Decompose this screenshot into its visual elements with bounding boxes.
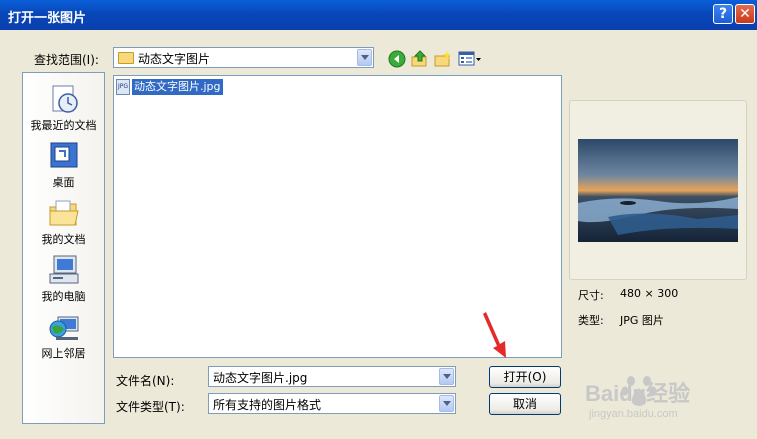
type-label: 类型: xyxy=(578,314,604,327)
desktop-icon xyxy=(50,142,77,168)
watermark-url: jingyan.baidu.com xyxy=(589,408,678,420)
size-label: 尺寸: xyxy=(578,289,604,302)
title-bar[interactable]: 打开一张图片 ? ✕ xyxy=(0,0,757,30)
filetype-dropdown[interactable]: 所有支持的图片格式 xyxy=(208,393,456,414)
place-my-computer[interactable]: 我的电脑 xyxy=(23,254,104,304)
baidu-watermark: Baidu经验 jingyan.baidu.com xyxy=(585,368,755,438)
recent-documents-icon xyxy=(52,85,78,113)
size-value: 480 × 300 xyxy=(620,287,679,300)
place-label: 我的电脑 xyxy=(41,290,86,303)
filename-label: 文件名(N): xyxy=(116,374,175,388)
dialog-title: 打开一张图片 xyxy=(8,11,87,26)
filetype-value: 所有支持的图片格式 xyxy=(213,398,322,412)
network-places-icon xyxy=(49,316,78,340)
preview-pane xyxy=(569,100,747,280)
filename-field[interactable]: 动态文字图片.jpg xyxy=(208,366,456,387)
places-bar: 我最近的文档 桌面 我的文档 我的电脑 网上邻居 xyxy=(22,72,105,424)
my-documents-icon xyxy=(49,200,79,226)
view-menu-icon[interactable] xyxy=(458,50,482,68)
file-name: 动态文字图片.jpg xyxy=(132,79,223,95)
close-button[interactable]: ✕ xyxy=(735,4,755,24)
chevron-down-icon[interactable] xyxy=(439,395,454,412)
new-folder-icon[interactable] xyxy=(434,50,452,68)
place-label: 我的文档 xyxy=(41,233,86,246)
jpg-file-icon: JPG xyxy=(116,79,130,95)
type-value: JPG 图片 xyxy=(620,314,664,327)
place-desktop[interactable]: 桌面 xyxy=(23,140,104,190)
filename-value: 动态文字图片.jpg xyxy=(213,371,308,385)
folder-icon xyxy=(118,52,134,64)
back-arrow-icon[interactable] xyxy=(388,50,406,68)
place-label: 我最近的文档 xyxy=(30,119,97,132)
my-computer-icon xyxy=(49,255,78,284)
up-folder-icon[interactable] xyxy=(411,50,429,68)
lookin-value: 动态文字图片 xyxy=(138,52,211,66)
place-my-documents[interactable]: 我的文档 xyxy=(23,197,104,247)
open-button[interactable]: 打开(O) xyxy=(489,366,561,388)
lookin-dropdown[interactable]: 动态文字图片 xyxy=(113,47,374,68)
place-label: 网上邻居 xyxy=(41,347,86,360)
red-arrow-annotation xyxy=(483,312,506,358)
place-recent-documents[interactable]: 我最近的文档 xyxy=(23,83,104,133)
help-button[interactable]: ? xyxy=(713,4,733,24)
lookin-label: 查找范围(I): xyxy=(34,53,99,67)
preview-image xyxy=(578,139,738,242)
place-network[interactable]: 网上邻居 xyxy=(23,311,104,361)
chevron-down-icon[interactable] xyxy=(439,368,454,385)
filetype-label: 文件类型(T): xyxy=(116,400,185,414)
watermark-brand: Baidu经验 xyxy=(585,381,691,406)
place-label: 桌面 xyxy=(52,176,75,189)
chevron-down-icon[interactable] xyxy=(357,49,372,66)
cancel-button[interactable]: 取消 xyxy=(489,393,561,415)
